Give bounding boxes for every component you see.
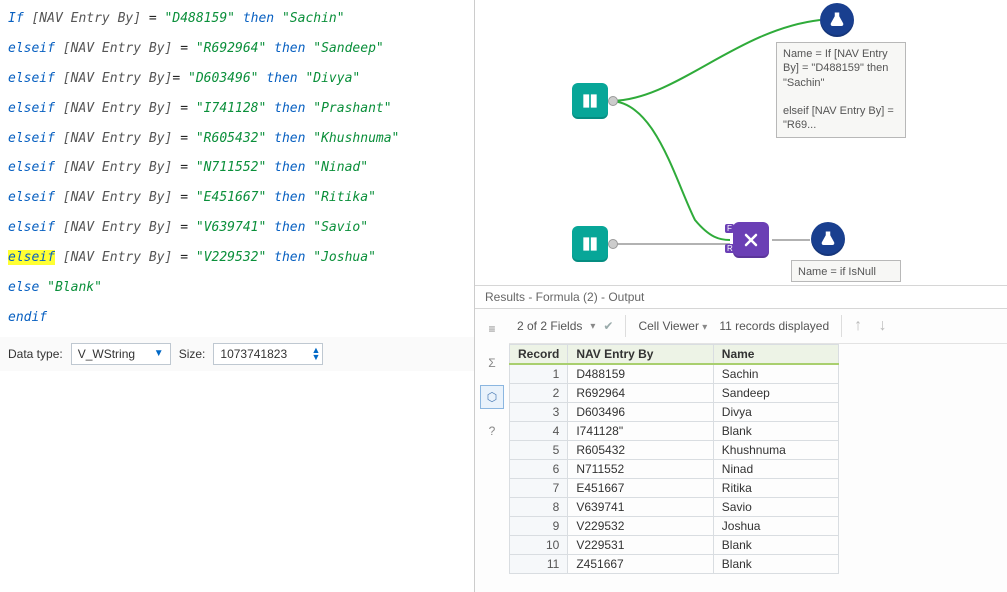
size-value: 1073741823	[220, 347, 287, 361]
separator	[841, 315, 842, 337]
results-title: Results - Formula (2) - Output	[475, 285, 1007, 309]
datatype-value: V_WString	[78, 347, 135, 361]
results-grid-wrap: 2 of 2 Fields ▾ ✔ Cell Viewer ▾ 11 recor…	[509, 309, 1007, 592]
formula-config-pane: If [NAV Entry By] = "D488159" then "Sach…	[0, 0, 475, 592]
records-count: 11 records displayed	[719, 319, 829, 333]
formula-tool-node-top[interactable]	[820, 3, 854, 37]
column-header[interactable]: NAV Entry By	[568, 345, 713, 365]
table-row[interactable]: 7E451667Ritika	[510, 479, 839, 498]
nav-arrows[interactable]: ↑ ↓	[854, 317, 892, 335]
input-tool-node-bottom[interactable]	[572, 226, 608, 262]
results-toolbar: 2 of 2 Fields ▾ ✔ Cell Viewer ▾ 11 recor…	[509, 309, 1007, 344]
datatype-select[interactable]: V_WString ▼	[71, 343, 171, 365]
table-row[interactable]: 6N711552Ninad	[510, 460, 839, 479]
table-row[interactable]: 3D603496Divya	[510, 403, 839, 422]
output-anchor[interactable]	[608, 239, 618, 249]
help-icon[interactable]: ?	[480, 419, 504, 443]
annotation-bottom: Name = if IsNull ([Name]) then	[791, 260, 901, 282]
workflow-canvas[interactable]: Name = If [NAV Entry By] = "D488159" the…	[475, 0, 1007, 285]
anchor-label-r: R	[725, 244, 735, 253]
output-anchor[interactable]	[608, 96, 618, 106]
table-row[interactable]: 10V229531Blank	[510, 536, 839, 555]
input-tool-node-top[interactable]	[572, 83, 608, 119]
datatype-row: Data type: V_WString ▼ Size: 1073741823 …	[0, 337, 474, 371]
panel-icon[interactable]: ⬡	[480, 385, 504, 409]
table-row[interactable]: 2R692964Sandeep	[510, 384, 839, 403]
size-input[interactable]: 1073741823 ▲▼	[213, 343, 323, 365]
chevron-down-icon[interactable]: ▾	[590, 321, 595, 332]
fields-summary[interactable]: 2 of 2 Fields	[517, 319, 582, 333]
sigma-icon[interactable]: Σ	[480, 351, 504, 375]
chevron-down-icon: ▼	[154, 348, 164, 359]
workflow-and-results: Name = If [NAV Entry By] = "D488159" the…	[475, 0, 1007, 592]
results-side-icons: ≡ Σ ⬡ ?	[475, 309, 509, 592]
stepper-icon[interactable]: ▲▼	[311, 347, 320, 361]
results-body: ≡ Σ ⬡ ? 2 of 2 Fields ▾ ✔ Cell Viewer ▾ …	[475, 309, 1007, 592]
anchor-label-f: F	[725, 224, 734, 233]
annotation-top: Name = If [NAV Entry By] = "D488159" the…	[776, 42, 906, 138]
size-label: Size:	[179, 347, 206, 361]
check-icon[interactable]: ✔	[603, 319, 613, 333]
datatype-label: Data type:	[8, 347, 63, 361]
table-row[interactable]: 9V229532Joshua	[510, 517, 839, 536]
formula-expression[interactable]: If [NAV Entry By] = "D488159" then "Sach…	[0, 0, 474, 337]
table-row[interactable]: 11Z451667Blank	[510, 555, 839, 574]
results-table[interactable]: RecordNAV Entry ByName 1D488159Sachin2R6…	[509, 344, 839, 574]
formula-tool-node-bottom[interactable]	[811, 222, 845, 256]
table-row[interactable]: 8V639741Savio	[510, 498, 839, 517]
table-row[interactable]: 5R605432Khushnuma	[510, 441, 839, 460]
rows-icon[interactable]: ≡	[480, 317, 504, 341]
column-header[interactable]: Name	[713, 345, 838, 365]
column-header[interactable]: Record	[510, 345, 568, 365]
table-row[interactable]: 4I741128"Blank	[510, 422, 839, 441]
table-row[interactable]: 1D488159Sachin	[510, 364, 839, 384]
cell-viewer-dropdown[interactable]: Cell Viewer ▾	[638, 319, 707, 333]
find-replace-tool-node[interactable]	[733, 222, 769, 258]
separator	[625, 315, 626, 337]
